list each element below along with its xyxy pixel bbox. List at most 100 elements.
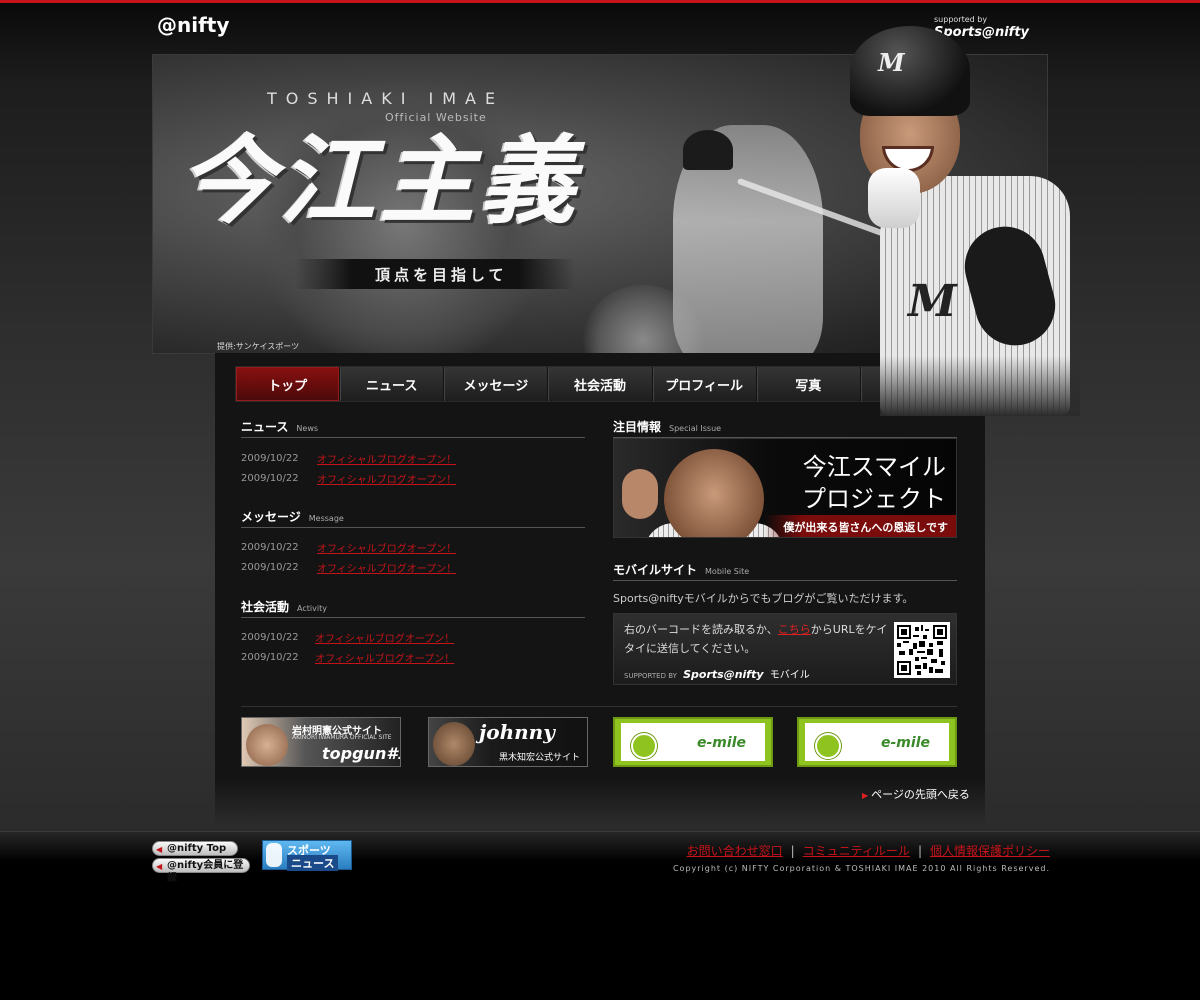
activity-section-header: 社会活動 Activity [241, 596, 585, 618]
banner-face [433, 722, 475, 766]
emile-banner[interactable]: e-mile [613, 717, 773, 767]
mobile-supported-brand: Sports@nifty [683, 668, 764, 681]
emile-inner: e-mile [621, 723, 765, 761]
separator: | [790, 844, 795, 858]
nav-message[interactable]: メッセージ [444, 367, 549, 401]
news-list: 2009/10/22 オフィシャルブログオープン！ 2009/10/22 オフィ… [241, 448, 585, 488]
special-title-en: Special Issue [669, 424, 722, 433]
player-fade [880, 356, 1080, 416]
kuroki-site-banner[interactable]: johnny 黒木知宏公式サイト [428, 717, 588, 767]
item-date: 2009/10/22 [241, 452, 299, 464]
mobile-title: モバイルサイト [613, 563, 698, 577]
item-date: 2009/10/22 [241, 472, 299, 484]
activity-title-en: Activity [297, 604, 327, 613]
mobile-description: Sports@niftyモバイルからでもブログがご覧いただけます。 [613, 592, 914, 605]
iwamura-site-banner[interactable]: 岩村明憲公式サイト AKINORI IWAMURA OFFICIAL SITE … [241, 717, 401, 767]
banner-hand [622, 469, 658, 519]
hero-tagline: 頂点を目指して [375, 266, 508, 284]
photo-credit: 提供:サンケイスポーツ [217, 342, 300, 351]
arrow-right-icon: ▶ [862, 791, 869, 800]
mobile-send-link[interactable]: こちら [778, 623, 811, 636]
nifty-logo[interactable]: @nifty [157, 13, 229, 37]
item-date: 2009/10/22 [241, 631, 299, 643]
hero-batter-helmet [683, 130, 733, 170]
activity-title: 社会活動 [241, 600, 290, 614]
qr-code-icon [894, 622, 950, 678]
list-item: 2009/10/22 オフィシャルブログオープン！ [241, 647, 585, 667]
player-helmet [850, 26, 970, 116]
sports-news-line2: ニュース [287, 855, 339, 871]
copyright: Copyright (c) NIFTY Corporation & TOSHIA… [672, 864, 1050, 873]
activity-list: 2009/10/22 オフィシャルブログオープン！ 2009/10/22 オフィ… [241, 627, 585, 667]
list-item: 2009/10/22 オフィシャルブログオープン！ [241, 627, 585, 647]
special-section-header: 注目情報 Special Issue [613, 416, 957, 438]
separator: | [917, 844, 922, 858]
nav-profile[interactable]: プロフィール [652, 367, 757, 401]
topgun-logo: topgun#1 [322, 744, 401, 763]
mobile-supported-label: SUPPORTED BY [624, 672, 677, 680]
qr-code-graphic [897, 625, 947, 675]
hero-title: 今江主義 [179, 124, 579, 237]
banner-face [664, 449, 764, 537]
johnny-logo: johnny [479, 720, 555, 744]
special-title: 注目情報 [613, 420, 662, 434]
message-section-header: メッセージ Message [241, 506, 585, 528]
emile-inner: e-mile [805, 723, 949, 761]
contact-link[interactable]: お問い合わせ窓口 [687, 844, 783, 858]
list-item: 2009/10/22 オフィシャルブログオープン！ [241, 537, 585, 557]
item-link[interactable]: オフィシャルブログオープン！ [317, 471, 456, 486]
news-title: ニュース [241, 420, 289, 434]
list-item: 2009/10/22 オフィシャルブログオープン！ [241, 468, 585, 488]
runner-icon [266, 843, 282, 867]
johnny-name: 黒木知宏公式サイト [499, 753, 581, 763]
mobile-title-en: Mobile Site [705, 567, 750, 576]
item-link[interactable]: オフィシャルブログオープン！ [315, 650, 454, 665]
sports-news-button[interactable]: スポーツ ニュース [262, 840, 352, 871]
player-glove [868, 168, 920, 228]
list-item: 2009/10/22 オフィシャルブログオープン！ [241, 448, 585, 468]
nav-news[interactable]: ニュース [340, 367, 445, 401]
community-rules-link[interactable]: コミュニティルール [803, 844, 910, 858]
item-date: 2009/10/22 [241, 541, 299, 553]
supported-by-label: supported by [934, 15, 988, 24]
emile-banner[interactable]: e-mile [797, 717, 957, 767]
item-date: 2009/10/22 [241, 651, 299, 663]
banner-line-1: 今江スマイル [802, 453, 946, 481]
emile-logo: e-mile [697, 735, 746, 751]
banner-divider [241, 706, 957, 707]
mobile-supported-by: SUPPORTED BY Sports@nifty モバイル [624, 666, 810, 681]
hero-name-en: TOSHIAKI IMAE [267, 89, 505, 108]
nifty-register-button[interactable]: @nifty会員に登録 [152, 858, 250, 884]
smile-project-banner[interactable]: 今江スマイル プロジェクト 僕が出来る皆さんへの恩返しです [613, 438, 957, 538]
mobile-text-before: 右のバーコードを読み取るか、 [624, 623, 778, 636]
banner-line-2: プロジェクト [802, 485, 946, 513]
item-link[interactable]: オフィシャルブログオープン！ [317, 451, 456, 466]
nav-activity[interactable]: 社会活動 [548, 367, 653, 401]
jersey-logo: M [908, 276, 957, 327]
item-link[interactable]: オフィシャルブログオープン！ [317, 540, 456, 555]
mobile-supported-mobile: モバイル [769, 670, 810, 681]
topgun-name-en: AKINORI IWAMURA OFFICIAL SITE [292, 734, 392, 741]
footer: @nifty Top @nifty会員に登録 スポーツ ニュース お問い合わせ窓… [0, 831, 1200, 1000]
back-to-top-label: ページの先頭へ戻る [871, 788, 970, 801]
banner-face [246, 724, 288, 766]
mobile-qr-box: 右のバーコードを読み取るか、こちらからURLをケイタイに送信してください。 SU… [613, 613, 957, 685]
mobile-section-header: モバイルサイト Mobile Site [613, 559, 957, 581]
nav-top[interactable]: トップ [236, 367, 341, 401]
back-to-top-link[interactable]: ▶ ページの先頭へ戻る [862, 786, 970, 802]
banner-line-3: 僕が出来る皆さんへの恩返しです [764, 515, 956, 537]
message-title: メッセージ [241, 510, 301, 524]
smile-icon [815, 733, 841, 759]
message-list: 2009/10/22 オフィシャルブログオープン！ 2009/10/22 オフィ… [241, 537, 585, 577]
nifty-top-button[interactable]: @nifty Top [152, 841, 238, 856]
privacy-policy-link[interactable]: 個人情報保護ポリシー [930, 844, 1050, 858]
item-date: 2009/10/22 [241, 561, 299, 573]
news-title-en: News [296, 424, 319, 433]
hero-player-photo: M M [820, 26, 1080, 416]
helmet-logo: M [878, 48, 905, 77]
item-link[interactable]: オフィシャルブログオープン！ [317, 560, 456, 575]
hero-subtitle: Official Website [385, 111, 487, 124]
item-link[interactable]: オフィシャルブログオープン！ [315, 630, 454, 645]
mobile-instructions: 右のバーコードを読み取るか、こちらからURLをケイタイに送信してください。 [624, 620, 894, 658]
news-section-header: ニュース News [241, 416, 585, 438]
